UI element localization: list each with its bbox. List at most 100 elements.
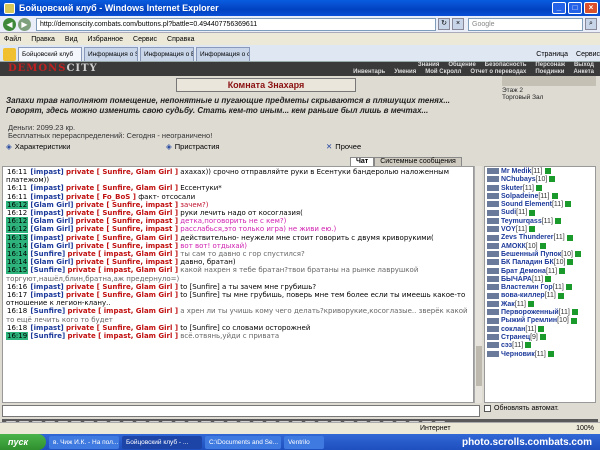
start-button[interactable]: пуск	[0, 434, 46, 450]
private-message-icon[interactable]	[487, 309, 499, 316]
message-private-to[interactable]: private [ impast, Glam Girl ]	[67, 250, 178, 258]
nav-character[interactable]: Персонаж	[535, 62, 565, 69]
message-author[interactable]: [impast]	[30, 168, 63, 176]
user-name[interactable]: Sound Element	[501, 201, 552, 208]
user-list-item[interactable]: вова-киллер[11]	[485, 292, 595, 300]
user-name[interactable]: Skuter	[501, 185, 523, 192]
info-icon[interactable]	[549, 176, 556, 183]
user-list-item[interactable]: VOY[11]	[485, 226, 595, 234]
info-icon[interactable]	[538, 325, 545, 332]
message-time[interactable]: 16:12	[6, 225, 29, 234]
info-icon[interactable]	[557, 292, 564, 299]
favorites-star-icon[interactable]	[3, 48, 16, 61]
user-list-item[interactable]: БК Паладин БК[10]	[485, 259, 595, 267]
close-icon[interactable]: ×	[584, 2, 598, 14]
auto-refresh-checkbox[interactable]	[484, 405, 491, 412]
nav-exit[interactable]: Выход	[574, 62, 594, 69]
search-icon[interactable]: ⌕	[585, 18, 597, 30]
task-button[interactable]: Бойцовский клуб - ...	[122, 435, 202, 449]
info-icon[interactable]	[571, 309, 578, 316]
private-message-icon[interactable]	[487, 342, 499, 349]
user-list-item[interactable]: Странец[9]	[485, 334, 595, 342]
user-name[interactable]: Брат Демона	[501, 268, 546, 275]
private-message-icon[interactable]	[487, 201, 499, 208]
info-icon[interactable]	[565, 201, 572, 208]
info-icon[interactable]	[547, 350, 554, 357]
info-icon[interactable]	[574, 251, 581, 258]
task-button[interactable]: C:\Documents and Se...	[205, 435, 281, 449]
user-name[interactable]: NChubays	[501, 176, 536, 183]
message-author[interactable]: [impast]	[30, 291, 63, 299]
info-icon[interactable]	[567, 259, 574, 266]
user-name[interactable]: БК Паладин БК	[501, 259, 554, 266]
message-author[interactable]: [Sunfire]	[30, 332, 65, 340]
message-author[interactable]: [impast]	[30, 234, 63, 242]
user-list-item[interactable]: Жак[11]	[485, 301, 595, 309]
user-name[interactable]: Жак	[501, 301, 515, 308]
minimize-icon[interactable]: _	[552, 2, 566, 14]
chat-scrollbar[interactable]	[474, 166, 482, 403]
message-private-to[interactable]: private [ Sunfire, Glam Girl ]	[66, 283, 178, 291]
forward-icon[interactable]: ▶	[18, 17, 31, 31]
info-icon[interactable]	[529, 209, 536, 216]
user-name[interactable]: вова-киллер	[501, 292, 545, 299]
message-private-to[interactable]: private [ Sunfire, impast ]	[76, 201, 178, 209]
private-message-icon[interactable]	[487, 325, 499, 332]
user-name[interactable]: Solpadeine	[501, 193, 538, 200]
private-message-icon[interactable]	[487, 193, 499, 200]
menu-view[interactable]: Вид	[65, 36, 78, 43]
preferences-link[interactable]: ◈ Пристрастия	[160, 142, 320, 154]
user-name[interactable]: Рыжий Гремлин	[501, 317, 557, 324]
message-time[interactable]: 16:14	[6, 250, 29, 259]
page-menu[interactable]: Страница	[536, 51, 568, 58]
nav-battles[interactable]: Поединки	[535, 69, 564, 76]
user-list-item[interactable]: АМОКК[10]	[485, 243, 595, 251]
user-name[interactable]: Первороженный	[501, 309, 559, 316]
user-list-item[interactable]: сэз[11]	[485, 342, 595, 350]
private-message-icon[interactable]	[487, 334, 499, 341]
user-name[interactable]: БЫЧАРА	[501, 276, 532, 283]
user-list-item[interactable]: Sound Element[11]	[485, 201, 595, 209]
private-message-icon[interactable]	[487, 251, 499, 258]
message-author[interactable]: [impast]	[30, 193, 63, 201]
message-time[interactable]: 16:15	[6, 266, 29, 275]
exit-floor-2[interactable]: Этаж 2	[502, 87, 596, 94]
user-list-item[interactable]: Бешенный Пупок[10]	[485, 251, 595, 259]
message-private-to[interactable]: private [ Sunfire, impast ]	[76, 258, 178, 266]
nav-profile[interactable]: Анкета	[574, 69, 595, 76]
message-author[interactable]: [Glam Girl]	[30, 242, 73, 250]
message-author[interactable]: [impast]	[30, 283, 63, 291]
info-icon[interactable]	[565, 284, 572, 291]
message-private-to[interactable]: private [ impast, Glam Girl ]	[67, 266, 178, 274]
scroll-thumb[interactable]	[476, 346, 482, 386]
message-author[interactable]: [Sunfire]	[30, 250, 65, 258]
maximize-icon[interactable]: □	[568, 2, 582, 14]
browser-tab[interactable]: Информация о clled...	[196, 47, 250, 61]
info-icon[interactable]	[554, 217, 561, 224]
message-author[interactable]: [Glam Girl]	[30, 258, 73, 266]
browser-tab[interactable]: Бойцовский клуб	[18, 47, 82, 61]
user-name[interactable]: Черновик	[501, 351, 535, 358]
message-time[interactable]: 16:17	[6, 291, 28, 299]
private-message-icon[interactable]	[487, 168, 499, 175]
nav-security[interactable]: Безопасность	[485, 62, 527, 69]
message-author[interactable]: [Glam Girl]	[30, 225, 73, 233]
message-private-to[interactable]: private [ Fo_BoS ]	[66, 193, 136, 201]
message-author[interactable]: [impast]	[30, 324, 63, 332]
chat-input[interactable]	[2, 405, 480, 417]
user-list-item[interactable]: Черновик[11]	[485, 351, 595, 359]
message-private-to[interactable]: private [ Sunfire, Glam Girl ]	[66, 291, 178, 299]
exit-trade-hall[interactable]: Торговый Зал	[502, 94, 596, 101]
private-message-icon[interactable]	[487, 284, 499, 291]
message-time[interactable]: 16:16	[6, 283, 28, 291]
message-private-to[interactable]: private [ Sunfire, Glam Girl ]	[66, 209, 178, 217]
message-time[interactable]: 16:12	[6, 217, 29, 226]
message-author[interactable]: [Glam Girl]	[30, 217, 73, 225]
menu-edit[interactable]: Правка	[31, 36, 55, 43]
private-message-icon[interactable]	[487, 176, 499, 183]
message-private-to[interactable]: private [ impast, Glam Girl ]	[67, 307, 178, 315]
message-time[interactable]: 16:12	[6, 209, 28, 217]
user-name[interactable]: Teymurqass	[501, 218, 542, 225]
menu-favorites[interactable]: Избранное	[88, 36, 123, 43]
message-time[interactable]: 16:18	[6, 324, 28, 332]
